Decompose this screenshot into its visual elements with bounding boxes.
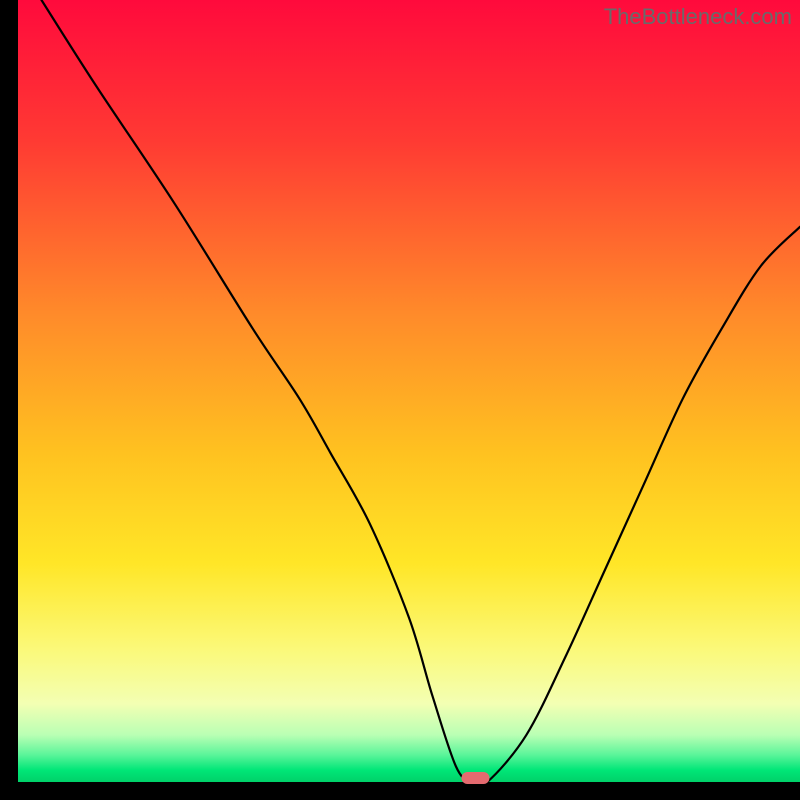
optimum-marker [461, 772, 489, 784]
watermark-text: TheBottleneck.com [604, 4, 792, 30]
bottleneck-chart [0, 0, 800, 800]
chart-stage [0, 0, 800, 800]
plot-background [18, 0, 800, 782]
